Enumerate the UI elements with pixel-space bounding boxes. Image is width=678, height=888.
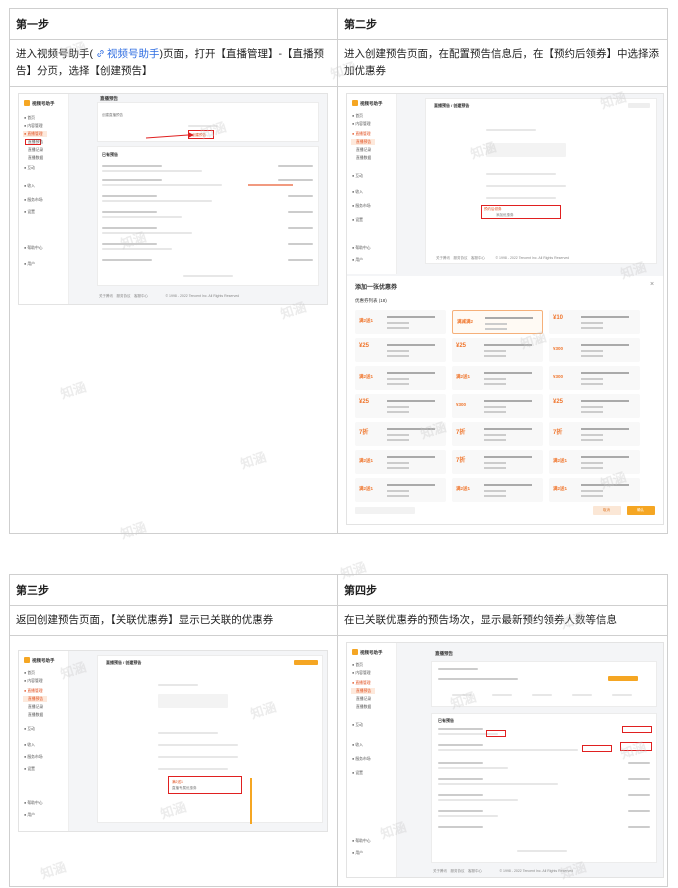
logo-icon — [352, 100, 358, 106]
step1-header: 第一步 — [9, 8, 338, 40]
step1-screenshot-cell: 视频号助手 ● 首页 ● 内容管理 ● 直播管理 直播预告 直播记录 直播数据 … — [9, 86, 338, 534]
coupon-card[interactable]: 满2送1 — [549, 478, 640, 502]
coupon-tag: ¥25 — [359, 399, 370, 405]
coupon-card[interactable]: 满2送1 — [452, 366, 543, 390]
document-page: 第一步 第二步 进入视频号助手(视频号助手)页面，打开【直播管理】-【直播预告】… — [0, 0, 678, 888]
logo-icon — [352, 649, 358, 655]
coupon-card[interactable]: ¥300 — [549, 366, 640, 390]
step4-header: 第四步 — [337, 574, 668, 606]
coupon-card[interactable]: ¥25 — [355, 394, 446, 418]
coupon-tag: ¥10 — [553, 315, 564, 321]
step2-screenshot: 视频号助手 ● 首页 ● 内容管理 ● 直播管理 直播预告 直播记录 直播数据 … — [346, 93, 664, 525]
step3-screenshot: 视频号助手 ● 首页 ● 内容管理 ● 直播管理 直播预告 直播记录 直播数据 … — [18, 650, 328, 832]
coupon-tag: 满2送1 — [553, 458, 568, 463]
step2-screenshot-cell: 视频号助手 ● 首页 ● 内容管理 ● 直播管理 直播预告 直播记录 直播数据 … — [337, 86, 668, 534]
coupon-tag: ¥25 — [456, 343, 467, 349]
coupon-card[interactable]: 满2送1 — [355, 450, 446, 474]
step1-screenshot: 视频号助手 ● 首页 ● 内容管理 ● 直播管理 直播预告 直播记录 直播数据 … — [18, 93, 328, 305]
coupon-card[interactable]: ¥25 — [452, 338, 543, 362]
coupon-tag: ¥300 — [553, 346, 564, 351]
sidebar: 视频号助手 ● 首页 ● 内容管理 ● 直播管理 直播预告 直播记录 直播数据 … — [347, 94, 397, 274]
coupon-card[interactable]: 7折 — [355, 422, 446, 446]
coupon-tag: 7折 — [456, 430, 466, 436]
step3-screenshot-cell: 视频号助手 ● 首页 ● 内容管理 ● 直播管理 直播预告 直播记录 直播数据 … — [9, 635, 338, 887]
step4-screenshot: 视频号助手 ● 首页 ● 内容管理 ● 直播管理 直播预告 直播记录 直播数据 … — [346, 642, 664, 878]
close-icon[interactable]: × — [650, 281, 654, 288]
sidebar: 视频号助手 ● 首页 ● 内容管理 ● 直播管理 直播预告 直播记录 直播数据 … — [19, 94, 69, 304]
coupon-card[interactable]: 满2送1 — [355, 310, 446, 334]
coupon-tag: ¥25 — [553, 399, 564, 405]
coupon-tag: 7折 — [456, 458, 466, 464]
coupon-tag: 满2送1 — [456, 374, 471, 379]
link-icon — [97, 50, 104, 57]
step3-description: 返回创建预告页面，【关联优惠券】显示已关联的优惠券 — [9, 605, 338, 636]
coupon-card[interactable]: 满2送1 — [355, 366, 446, 390]
coupon-card[interactable]: ¥10 — [549, 310, 640, 334]
cancel-button[interactable]: 取消 — [593, 506, 621, 515]
coupon-tag: 满2送1 — [359, 486, 374, 491]
coupon-tag: 满2送1 — [359, 374, 374, 379]
coupon-card[interactable]: 满2送1 — [549, 450, 640, 474]
coupon-card[interactable]: ¥300 — [452, 394, 543, 418]
coupon-card[interactable]: 7折 — [549, 422, 640, 446]
coupon-card[interactable]: 7折 — [452, 422, 543, 446]
coupon-tag: 7折 — [359, 430, 369, 436]
logo-icon — [24, 657, 30, 663]
step2-description: 进入创建预告页面，在配置预告信息后，在【预约后领券】中选择添加优惠券 — [337, 39, 668, 87]
coupon-tag: ¥300 — [553, 374, 564, 379]
step4-description: 在已关联优惠券的预告场次，显示最新预约领券人数等信息 — [337, 605, 668, 636]
step3-header: 第三步 — [9, 574, 338, 606]
coupon-tag: 满减满2 — [457, 319, 474, 324]
confirm-button[interactable]: 确认 — [627, 506, 655, 515]
assistant-link[interactable]: 视频号助手 — [107, 48, 160, 60]
coupon-card[interactable]: 满减满2 — [452, 310, 543, 334]
steps-table-top: 第一步 第二步 进入视频号助手(视频号助手)页面，打开【直播管理】-【直播预告】… — [9, 8, 668, 534]
step4-screenshot-cell: 视频号助手 ● 首页 ● 内容管理 ● 直播管理 直播预告 直播记录 直播数据 … — [337, 635, 668, 887]
step2-header: 第二步 — [337, 8, 668, 40]
coupon-tag: 满2送1 — [553, 486, 568, 491]
coupon-tag: ¥25 — [359, 343, 370, 349]
coupon-tag: 满2送1 — [456, 486, 471, 491]
step1-description: 进入视频号助手(视频号助手)页面，打开【直播管理】-【直播预告】分页，选择【创建… — [9, 39, 338, 87]
sidebar: 视频号助手 ● 首页 ● 内容管理 ● 直播管理 直播预告 直播记录 直播数据 … — [347, 643, 397, 877]
sidebar: 视频号助手 ● 首页 ● 内容管理 ● 直播管理 直播预告 直播记录 直播数据 … — [19, 651, 69, 831]
coupon-card[interactable]: 满2送1 — [452, 478, 543, 502]
coupon-tag: 满2送1 — [359, 458, 374, 463]
coupon-card[interactable]: ¥25 — [549, 394, 640, 418]
coupon-tag: 满2送1 — [359, 318, 374, 323]
coupon-card[interactable]: ¥25 — [355, 338, 446, 362]
coupon-card[interactable]: 7折 — [452, 450, 543, 474]
steps-table-bottom: 第三步 第四步 返回创建预告页面，【关联优惠券】显示已关联的优惠券 在已关联优惠… — [9, 574, 668, 887]
coupon-tag: 7折 — [553, 430, 563, 436]
add-coupon-dialog: 添加一张优惠券 × 优惠券列表 (18) 满2送1 满减满2 ¥10 ¥25 ¥25 ¥3… — [347, 276, 663, 524]
coupon-card[interactable]: 满2送1 — [355, 478, 446, 502]
coupon-tag: ¥300 — [456, 402, 467, 407]
coupon-card[interactable]: ¥300 — [549, 338, 640, 362]
arrow-icon — [145, 132, 194, 139]
logo-icon — [24, 100, 30, 106]
